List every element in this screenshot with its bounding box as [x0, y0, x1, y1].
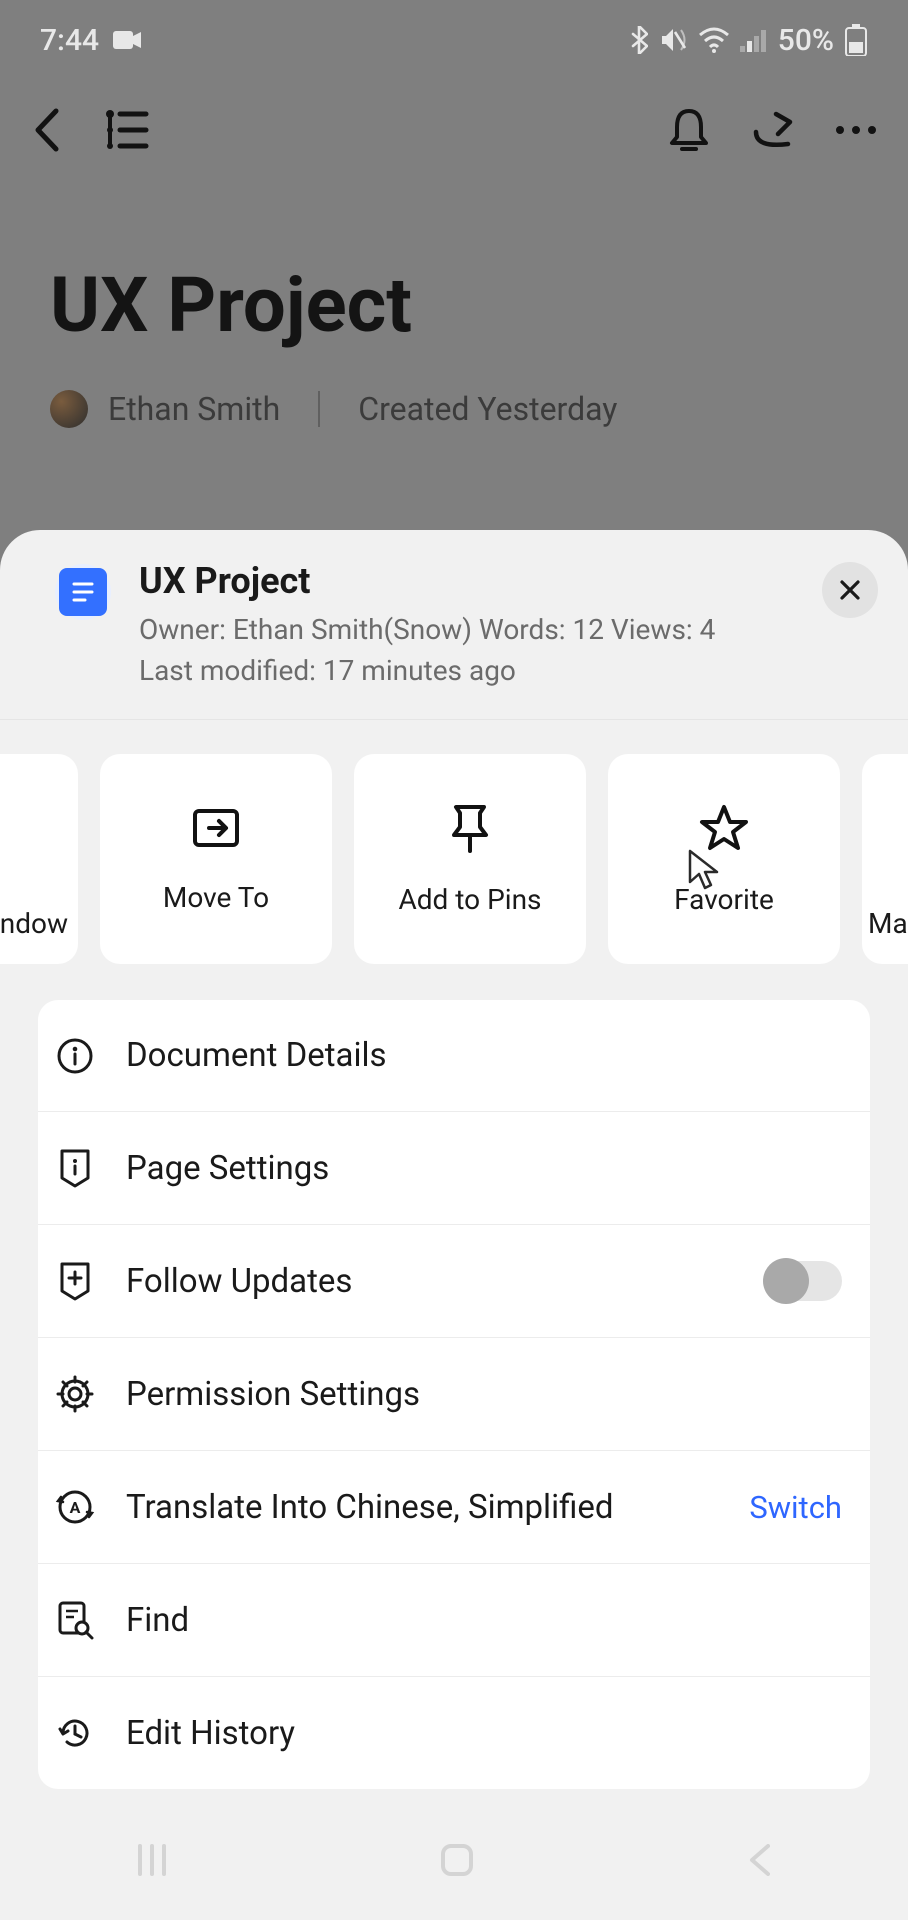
- favorite-label: Favorite: [674, 883, 774, 916]
- edit-history-label: Edit History: [126, 1714, 842, 1753]
- pin-icon: [448, 803, 492, 853]
- sheet-title: UX Project: [139, 560, 822, 602]
- quick-favorite[interactable]: Favorite: [608, 754, 840, 964]
- follow-icon: [58, 1261, 92, 1301]
- system-nav-bar: [0, 1800, 908, 1920]
- history-icon: [55, 1713, 95, 1753]
- quick-partial-left-label: ndow: [0, 907, 68, 940]
- recents-icon[interactable]: [132, 1840, 172, 1880]
- document-details-label: Document Details: [126, 1036, 842, 1075]
- translate-switch-link[interactable]: Switch: [749, 1489, 842, 1526]
- quick-card-partial-left[interactable]: ndow: [0, 754, 78, 964]
- translate-label: Translate Into Chinese, Simplified: [126, 1488, 719, 1527]
- translate-icon: A: [55, 1487, 95, 1527]
- page-byline: Ethan Smith Created Yesterday: [50, 390, 617, 428]
- divider: [318, 391, 320, 427]
- option-follow-updates[interactable]: Follow Updates: [38, 1225, 870, 1338]
- mute-vibrate-icon: [658, 26, 688, 54]
- back-icon[interactable]: [30, 107, 64, 153]
- page-title: UX Project: [50, 260, 412, 350]
- option-page-settings[interactable]: Page Settings: [38, 1112, 870, 1225]
- status-time: 7:44: [40, 23, 99, 58]
- doc-icon: [55, 564, 111, 620]
- battery-icon: [844, 24, 868, 56]
- quick-card-partial-right[interactable]: Ma: [862, 754, 908, 964]
- avatar: [50, 390, 88, 428]
- move-to-icon: [191, 805, 241, 851]
- app-header: [0, 90, 908, 170]
- find-label: Find: [126, 1601, 842, 1640]
- follow-updates-toggle[interactable]: [764, 1261, 842, 1301]
- gear-icon: [55, 1374, 95, 1414]
- quick-add-to-pins[interactable]: Add to Pins: [354, 754, 586, 964]
- option-edit-history[interactable]: Edit History: [38, 1677, 870, 1789]
- page-settings-label: Page Settings: [126, 1149, 842, 1188]
- option-document-details[interactable]: Document Details: [38, 1000, 870, 1112]
- battery-percent: 50%: [778, 23, 834, 58]
- close-button[interactable]: [822, 562, 878, 618]
- signal-icon: [740, 28, 768, 52]
- home-icon[interactable]: [435, 1838, 479, 1882]
- sheet-modified-line: Last modified: 17 minutes ago: [139, 651, 822, 692]
- page-settings-icon: [58, 1148, 92, 1188]
- follow-updates-label: Follow Updates: [126, 1262, 734, 1301]
- status-bar: 7:44 50%: [0, 0, 908, 80]
- created-label: Created Yesterday: [358, 390, 617, 428]
- bluetooth-icon: [630, 26, 648, 54]
- camera-icon: [113, 29, 141, 51]
- bell-icon[interactable]: [668, 107, 710, 153]
- more-icon[interactable]: [834, 124, 878, 136]
- star-icon: [698, 803, 750, 853]
- option-find[interactable]: Find: [38, 1564, 870, 1677]
- quick-move-to[interactable]: Move To: [100, 754, 332, 964]
- find-icon: [56, 1600, 94, 1640]
- option-translate[interactable]: A Translate Into Chinese, Simplified Swi…: [38, 1451, 870, 1564]
- wifi-icon: [698, 27, 730, 53]
- svg-text:A: A: [70, 1498, 81, 1517]
- info-icon: [56, 1037, 94, 1075]
- quick-actions[interactable]: ndow Move To Add to Pins Favorite Ma: [0, 720, 908, 964]
- author-name: Ethan Smith: [108, 390, 280, 428]
- back-nav-icon[interactable]: [742, 1840, 776, 1880]
- close-icon: [838, 578, 862, 602]
- move-to-label: Move To: [163, 881, 269, 914]
- action-sheet: UX Project Owner: Ethan Smith(Snow) Word…: [0, 530, 908, 1920]
- permission-settings-label: Permission Settings: [126, 1375, 842, 1414]
- sheet-owner-line: Owner: Ethan Smith(Snow) Words: 12 Views…: [139, 610, 822, 651]
- quick-partial-right-label: Ma: [868, 907, 908, 940]
- share-icon[interactable]: [750, 108, 794, 152]
- option-permission-settings[interactable]: Permission Settings: [38, 1338, 870, 1451]
- option-list: Document Details Page Settings Follow Up…: [38, 1000, 870, 1789]
- outline-icon[interactable]: [100, 108, 150, 152]
- sheet-header: UX Project Owner: Ethan Smith(Snow) Word…: [0, 530, 908, 720]
- add-to-pins-label: Add to Pins: [399, 883, 542, 916]
